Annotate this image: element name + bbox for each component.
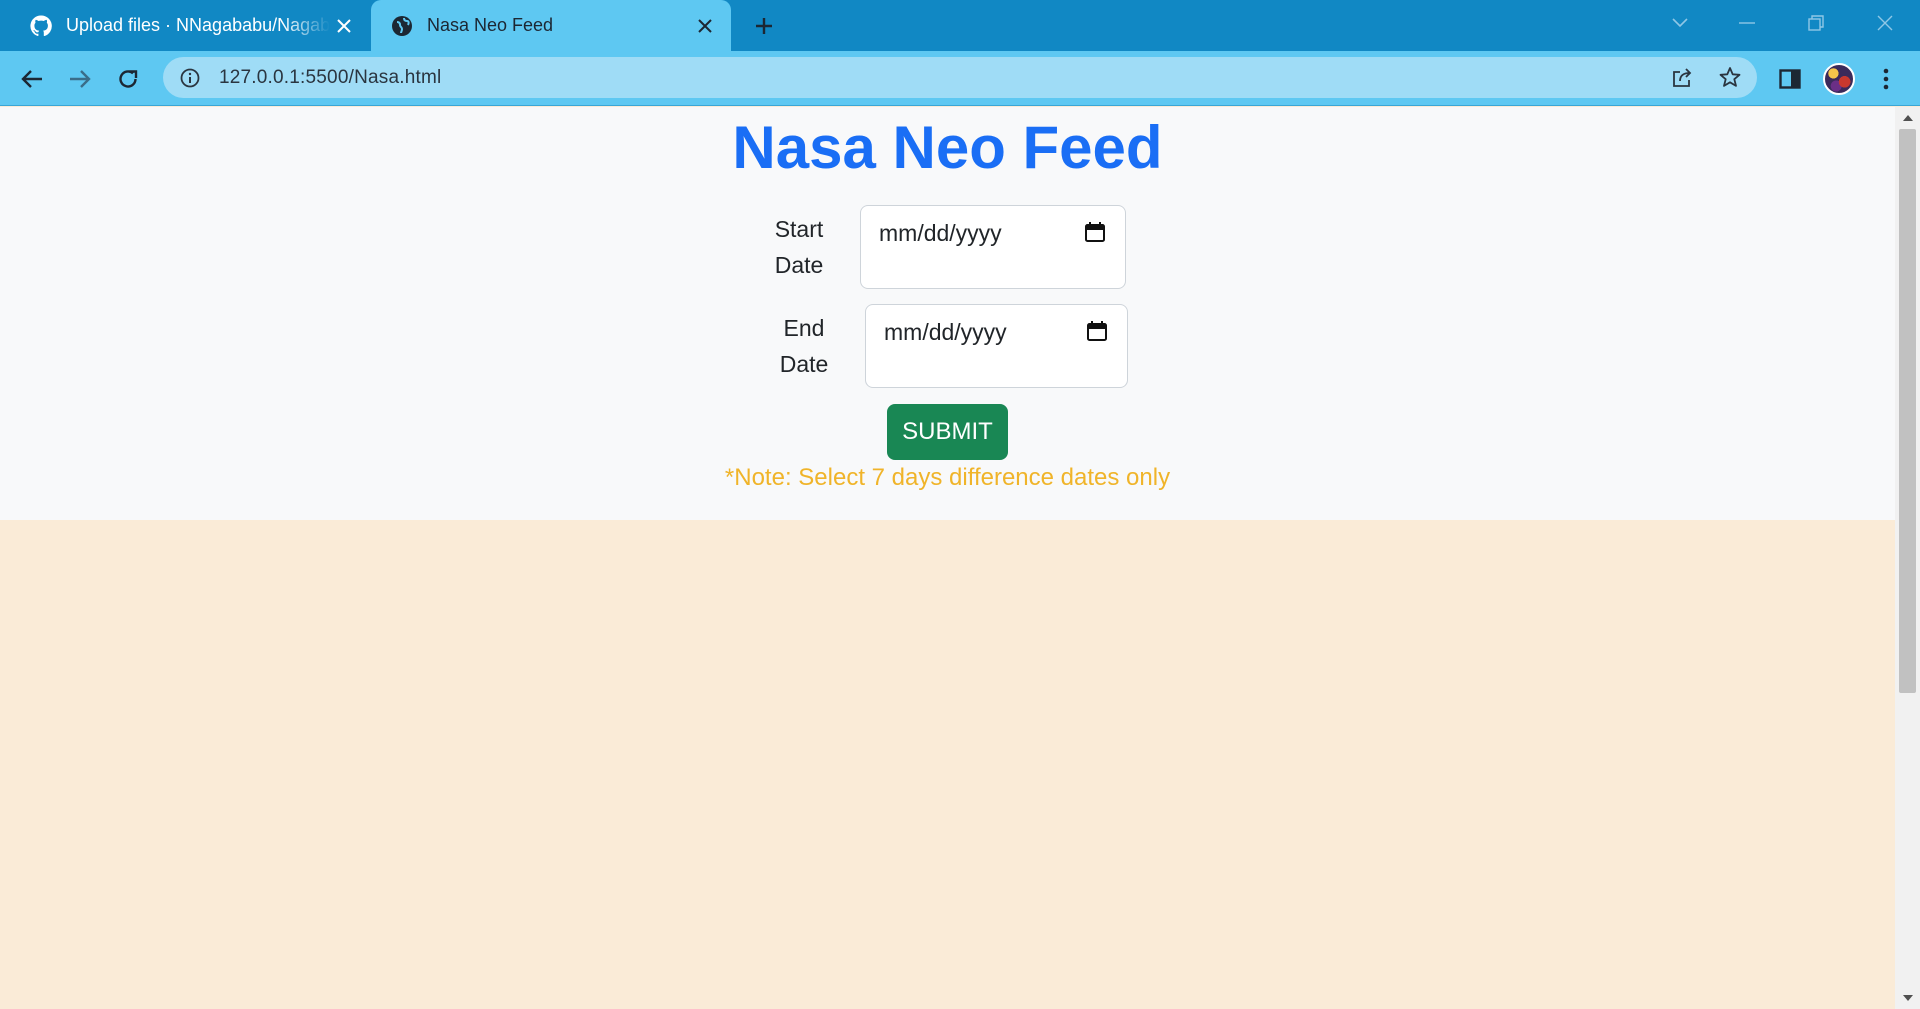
tab-github-upload[interactable]: Upload files · NNagababu/Nagababu bbox=[10, 0, 370, 51]
url-text: 127.0.0.1:5500/Nasa.html bbox=[219, 66, 442, 88]
start-date-placeholder: mm/dd/yyyy bbox=[879, 220, 1002, 246]
tab-title: Upload files · NNagababu/Nagababu bbox=[66, 15, 330, 35]
new-tab-plus-icon[interactable] bbox=[748, 10, 780, 42]
date-range-note: *Note: Select 7 days difference dates on… bbox=[724, 464, 1171, 491]
globe-icon bbox=[390, 14, 414, 38]
tab-nasa-neo-feed[interactable]: Nasa Neo Feed bbox=[371, 0, 731, 51]
end-date-label: End Date bbox=[779, 315, 829, 377]
tab-close-icon[interactable] bbox=[691, 12, 719, 40]
tab-title: Nasa Neo Feed bbox=[427, 15, 554, 35]
scroll-thumb[interactable] bbox=[1899, 129, 1916, 693]
profile-avatar[interactable] bbox=[1823, 63, 1855, 95]
start-date-input[interactable]: mm/dd/yyyy bbox=[860, 205, 1126, 289]
calendar-icon[interactable] bbox=[1083, 220, 1107, 244]
start-date-label: Start Date bbox=[774, 216, 824, 278]
side-panel-icon[interactable] bbox=[1772, 61, 1808, 97]
back-arrow-icon[interactable] bbox=[14, 61, 50, 97]
github-icon bbox=[29, 14, 53, 38]
start-date-row: Start Date mm/dd/yyyy bbox=[764, 205, 1126, 289]
page-content: Nasa Neo Feed Start Date mm/dd/yyyy End … bbox=[0, 107, 1895, 1009]
restore-icon[interactable] bbox=[1788, 0, 1844, 46]
tab-search-chevron-icon[interactable] bbox=[1652, 0, 1708, 46]
end-date-input[interactable]: mm/dd/yyyy bbox=[865, 304, 1128, 388]
scroll-down-arrow-icon[interactable] bbox=[1895, 989, 1920, 1007]
share-icon[interactable] bbox=[1667, 62, 1697, 92]
minimize-icon[interactable] bbox=[1719, 0, 1775, 46]
page-title: Nasa Neo Feed bbox=[732, 114, 1163, 181]
bookmark-star-icon[interactable] bbox=[1715, 62, 1745, 92]
scroll-up-arrow-icon[interactable] bbox=[1895, 109, 1920, 127]
end-date-placeholder: mm/dd/yyyy bbox=[884, 319, 1007, 345]
browser-tab-strip: Upload files · NNagababu/Nagababu Nasa N… bbox=[0, 0, 1920, 51]
address-bar[interactable]: 127.0.0.1:5500/Nasa.html bbox=[163, 57, 1757, 98]
window-close-icon[interactable] bbox=[1857, 0, 1913, 46]
site-info-icon[interactable] bbox=[177, 65, 203, 91]
end-date-row: End Date mm/dd/yyyy bbox=[769, 304, 1128, 388]
browser-toolbar: 127.0.0.1:5500/Nasa.html bbox=[0, 51, 1920, 106]
forward-arrow-icon[interactable] bbox=[62, 61, 98, 97]
form-section: Nasa Neo Feed Start Date mm/dd/yyyy End … bbox=[0, 107, 1895, 520]
reload-icon[interactable] bbox=[110, 61, 146, 97]
submit-button[interactable]: SUBMIT bbox=[887, 404, 1008, 460]
tab-close-icon[interactable] bbox=[330, 12, 358, 40]
page-scrollbar[interactable] bbox=[1895, 107, 1920, 1009]
more-menu-icon[interactable] bbox=[1868, 61, 1904, 97]
calendar-icon[interactable] bbox=[1085, 319, 1109, 343]
